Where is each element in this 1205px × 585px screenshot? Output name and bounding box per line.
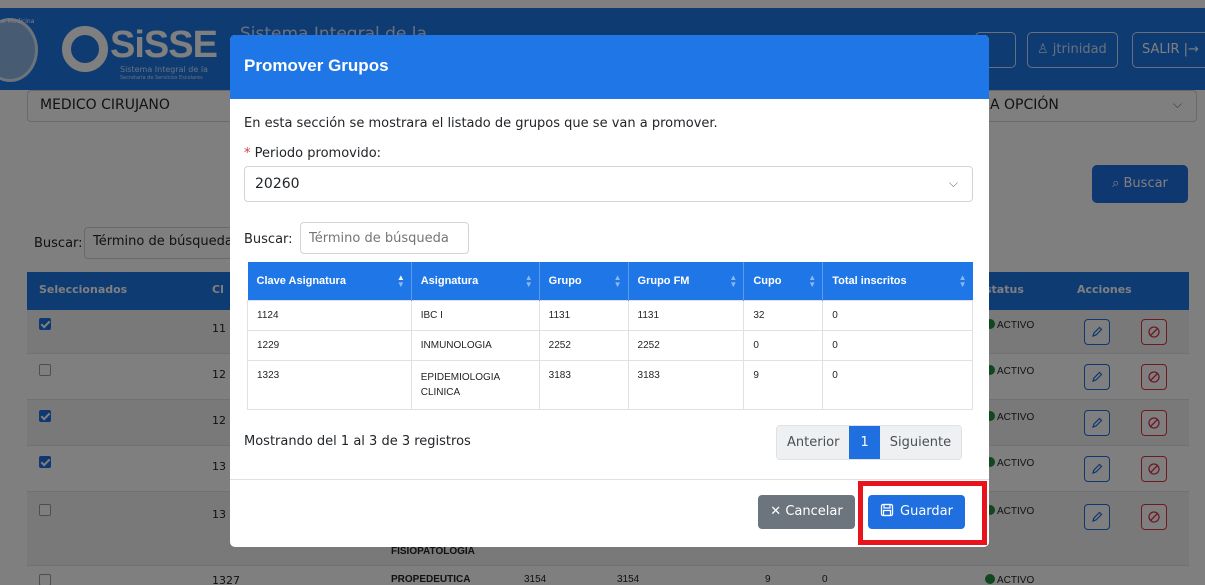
required-asterisk: * <box>244 146 255 161</box>
col-asignatura[interactable]: Asignatura ▲ ▼ <box>411 262 540 300</box>
col-clave-asignatura[interactable]: Clave Asignatura ▲ ▼ <box>247 262 412 300</box>
cell-grupo: 2252 <box>538 329 629 361</box>
cell-asignatura: INMUNOLOGIA <box>410 329 540 361</box>
sort-icon: ▲ ▼ <box>958 273 967 289</box>
sort-icon: ▲ ▼ <box>396 273 405 289</box>
modal-footer-divider <box>230 479 989 480</box>
close-icon: ✕ <box>770 504 786 519</box>
table-row: 1124 IBC I 1131 1131 32 0 <box>247 299 973 331</box>
col-grupo-fm-label: Grupo FM <box>637 274 690 287</box>
modal-title: Promover Grupos <box>244 56 389 75</box>
col-clave-asignatura-label: Clave Asignatura <box>256 274 346 287</box>
table-info: Mostrando del 1 al 3 de 3 registros <box>244 434 471 449</box>
chevron-down-icon: ⌵ <box>948 176 958 190</box>
pagination: Anterior 1 Siguiente <box>776 425 963 460</box>
col-grupo-fm[interactable]: Grupo FM ▲ ▼ <box>628 262 745 300</box>
period-label: * Periodo promovido: <box>244 146 381 161</box>
cell-cupo: 32 <box>743 299 824 331</box>
period-select[interactable]: 20260 ⌵ <box>244 166 973 202</box>
cell-inscritos: 0 <box>822 359 973 410</box>
groups-table: Clave Asignatura ▲ ▼ Asignatura ▲ ▼ Grupo ▲ ▼ … <box>247 262 973 410</box>
cancel-button[interactable]: ✕ Cancelar <box>758 495 855 529</box>
cell-inscritos: 0 <box>822 329 973 361</box>
cell-clave: 1124 <box>247 299 412 331</box>
modal-description: En esta sección se mostrara el listado d… <box>244 116 718 131</box>
modal-search-label: Buscar: <box>244 232 293 247</box>
cell-asignatura: EPIDEMIOLOGIA CLINICA <box>410 359 540 410</box>
highlight-box <box>858 481 987 545</box>
cell-grupo-fm: 2252 <box>627 329 745 361</box>
col-total-inscritos[interactable]: Total inscritos ▲ ▼ <box>822 262 973 300</box>
cell-clave: 1229 <box>247 329 412 361</box>
col-cupo-label: Cupo <box>753 274 782 287</box>
modal-header: Promover Grupos <box>230 35 989 99</box>
table-row: 1323 EPIDEMIOLOGIA CLINICA 3183 3183 9 0 <box>247 359 973 410</box>
cancel-button-label: Cancelar <box>785 504 843 519</box>
table-row: 1229 INMUNOLOGIA 2252 2252 0 0 <box>247 329 973 361</box>
cell-grupo-fm: 3183 <box>627 359 745 410</box>
cell-cupo: 0 <box>743 329 824 361</box>
sort-icon: ▲ ▼ <box>613 273 622 289</box>
pagination-page[interactable]: 1 <box>849 426 880 459</box>
modal-search-input[interactable] <box>300 222 469 254</box>
cell-asignatura: IBC I <box>410 299 540 331</box>
pagination-next[interactable]: Siguiente <box>879 426 962 459</box>
cell-grupo: 3183 <box>538 359 629 410</box>
period-label-text: Periodo promovido: <box>254 146 382 161</box>
col-grupo-label: Grupo <box>548 274 582 287</box>
cell-inscritos: 0 <box>822 299 973 331</box>
period-select-value: 20260 <box>255 176 300 192</box>
pagination-prev[interactable]: Anterior <box>777 426 850 459</box>
cell-clave: 1323 <box>247 359 412 410</box>
col-grupo[interactable]: Grupo ▲ ▼ <box>539 262 629 300</box>
promote-groups-modal: Promover Grupos En esta sección se mostr… <box>230 35 989 547</box>
sort-icon: ▲ ▼ <box>808 273 817 289</box>
col-total-inscritos-label: Total inscritos <box>832 274 907 287</box>
cell-cupo: 9 <box>743 359 824 410</box>
col-cupo[interactable]: Cupo ▲ ▼ <box>743 262 824 300</box>
sort-icon: ▲ ▼ <box>524 273 533 289</box>
cell-grupo: 1131 <box>538 299 629 331</box>
sort-icon: ▲ ▼ <box>729 273 738 289</box>
cell-grupo-fm: 1131 <box>627 299 745 331</box>
col-asignatura-label: Asignatura <box>420 274 479 287</box>
